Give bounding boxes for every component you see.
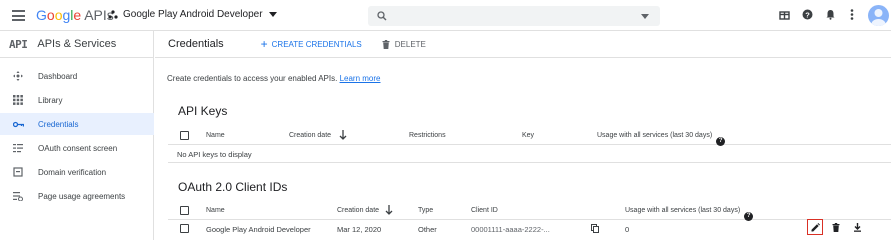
client-name[interactable]: Google Play Android Developer	[206, 225, 311, 234]
sidebar-item-label: Library	[38, 95, 63, 105]
library-icon	[12, 94, 24, 106]
top-bar: Google APIs Google Play Android Developer…	[0, 0, 891, 31]
chevron-down-icon	[268, 12, 277, 17]
notifications-icon[interactable]	[825, 9, 836, 20]
api-keys-title: API Keys	[178, 104, 228, 118]
sidebar-header: API APIs & Services	[0, 31, 153, 58]
logo-letter: G	[36, 7, 47, 23]
client-type: Other	[418, 225, 437, 234]
column-header[interactable]: Usage with all services (last 30 days)?	[597, 132, 726, 146]
creation-date: Mar 12, 2020	[337, 225, 382, 234]
copy-icon[interactable]	[591, 224, 599, 233]
sidebar-item-label: Domain verification	[38, 167, 107, 177]
sidebar-item-domain-verification[interactable]: Domain verification	[0, 161, 154, 183]
empty-row: No API keys to display	[168, 145, 891, 163]
oauth-title: OAuth 2.0 Client IDs	[178, 180, 288, 194]
sidebar-item-library[interactable]: Library	[0, 89, 154, 111]
download-button[interactable]	[849, 219, 865, 235]
download-icon	[853, 222, 861, 232]
column-header-label: Creation date	[289, 132, 332, 139]
avatar[interactable]	[868, 5, 889, 26]
settings-list-icon	[12, 190, 24, 202]
pencil-icon	[811, 222, 820, 231]
help-icon[interactable]: ?	[802, 9, 813, 20]
sidebar-item-label: Dashboard	[38, 71, 78, 81]
search-dropdown-icon[interactable]	[641, 14, 649, 19]
sidebar-item-credentials[interactable]: Credentials	[0, 113, 154, 135]
create-credentials-button[interactable]: + CREATE CREDENTIALS	[261, 38, 362, 50]
sort-down-icon[interactable]	[385, 205, 393, 215]
more-vert-icon[interactable]	[850, 9, 854, 20]
column-header[interactable]: Restrictions	[409, 132, 446, 139]
select-all-checkbox[interactable]	[180, 206, 189, 215]
key-icon	[12, 118, 24, 130]
sidebar-item-label: Credentials	[38, 119, 79, 129]
column-header[interactable]: Name	[206, 207, 225, 214]
delete-button[interactable]: DELETE	[382, 39, 426, 49]
column-header[interactable]: Usage with all services (last 30 days)?	[625, 207, 754, 221]
page-header: Credentials + CREATE CREDENTIALS DELETE	[155, 31, 891, 58]
table-row[interactable]: Google Play Android Developer Mar 12, 20…	[168, 220, 891, 238]
logo-letter: e	[73, 7, 82, 23]
column-header[interactable]: Key	[522, 132, 534, 139]
empty-message: No API keys to display	[177, 150, 252, 159]
description-text: Create credentials to access your enable…	[167, 74, 338, 83]
api-logo: API	[9, 37, 28, 51]
sidebar-item-page-usage-agreements[interactable]: Page usage agreements	[0, 185, 154, 207]
project-selector[interactable]: Google Play Android Developer	[108, 9, 277, 20]
sidebar-item-oauth-consent[interactable]: OAuth consent screen	[0, 137, 154, 159]
learn-more-link[interactable]: Learn more	[340, 74, 381, 83]
usage-value: 0	[625, 225, 630, 234]
column-header[interactable]: Creation date	[337, 207, 379, 214]
column-header[interactable]: Type	[418, 207, 433, 214]
domain-icon	[12, 166, 24, 178]
sort-down-icon[interactable]	[339, 130, 347, 140]
delete-label: DELETE	[394, 39, 426, 49]
delete-row-button[interactable]	[828, 219, 844, 235]
edit-button[interactable]	[807, 219, 823, 235]
row-checkbox[interactable]	[180, 224, 189, 233]
google-apis-logo[interactable]: Google APIs	[36, 7, 114, 23]
project-dots-icon	[108, 9, 118, 19]
description: Create credentials to access your enable…	[167, 74, 380, 83]
search-icon	[377, 11, 387, 21]
column-header-label: Creation date	[337, 207, 380, 214]
client-id: 00001111-aaaa-2222-...	[471, 225, 550, 234]
search-input[interactable]	[368, 6, 660, 26]
menu-icon[interactable]	[12, 10, 25, 21]
api-keys-table-header: Name Creation date Restrictions Key Usag…	[168, 127, 891, 146]
select-all-checkbox[interactable]	[180, 131, 189, 140]
gift-icon[interactable]	[779, 9, 790, 20]
main-content: Credentials + CREATE CREDENTIALS DELETE C…	[155, 31, 891, 240]
create-credentials-label: CREATE CREDENTIALS	[271, 39, 362, 49]
sidebar: API APIs & Services Dashboard Library Cr…	[0, 31, 154, 240]
plus-icon: +	[260, 37, 268, 51]
trash-icon	[382, 39, 390, 49]
sidebar-item-label: Page usage agreements	[38, 191, 126, 201]
page-title: Credentials	[168, 38, 224, 50]
consent-icon	[12, 142, 24, 154]
column-header-label: Usage with all services (last 30 days)	[625, 207, 741, 214]
trash-icon	[832, 222, 840, 232]
svg-text:?: ?	[805, 10, 810, 19]
sidebar-title: APIs & Services	[37, 38, 117, 50]
project-name: Google Play Android Developer	[123, 9, 263, 20]
column-header-label: Usage with all services (last 30 days)	[597, 132, 713, 139]
column-header[interactable]: Name	[206, 132, 225, 139]
column-header[interactable]: Client ID	[471, 207, 498, 214]
column-header[interactable]: Creation date	[289, 132, 331, 139]
logo-letter: o	[46, 7, 55, 23]
oauth-table-header: Name Creation date Type Client ID Usage …	[168, 202, 891, 221]
dashboard-icon	[12, 70, 24, 82]
sidebar-item-label: OAuth consent screen	[38, 143, 118, 153]
sidebar-item-dashboard[interactable]: Dashboard	[0, 65, 154, 87]
